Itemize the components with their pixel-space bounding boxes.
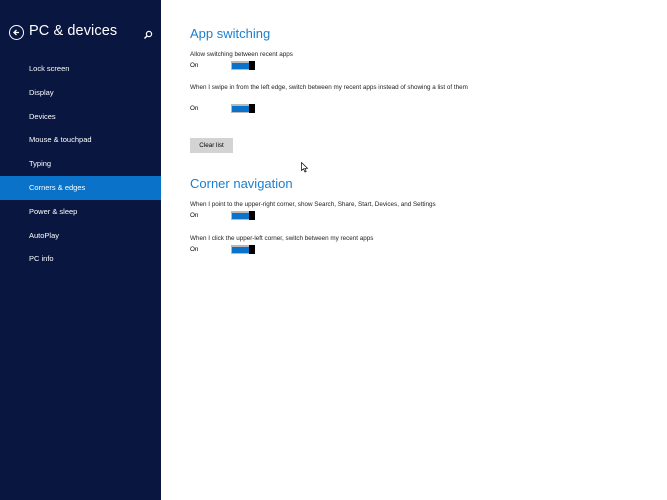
sidebar-item-display[interactable]: Display bbox=[0, 81, 161, 105]
toggle-state: On bbox=[190, 212, 199, 219]
sidebar-item-corners-edges[interactable]: Corners & edges bbox=[0, 175, 161, 200]
toggle-state: On bbox=[190, 105, 199, 112]
sidebar-nav: Lock screen Display Devices Mouse & touc… bbox=[0, 57, 161, 271]
toggle-state: On bbox=[190, 62, 199, 69]
toggle-thumb[interactable] bbox=[249, 61, 255, 70]
setting-label: When I swipe in from the left edge, swit… bbox=[190, 84, 468, 91]
allow-switching-toggle[interactable] bbox=[231, 61, 255, 70]
sidebar-item-power-sleep[interactable]: Power & sleep bbox=[0, 200, 161, 224]
sidebar-item-devices[interactable]: Devices bbox=[0, 105, 161, 129]
swipe-left-edge-toggle[interactable] bbox=[231, 104, 255, 113]
section-heading-app-switching: App switching bbox=[190, 26, 271, 41]
upper-right-corner-toggle[interactable] bbox=[231, 211, 255, 220]
setting-label: Allow switching between recent apps bbox=[190, 51, 293, 58]
section-heading-corner-navigation: Corner navigation bbox=[190, 176, 293, 191]
toggle-fill bbox=[232, 105, 249, 112]
page-title: PC & devices bbox=[29, 23, 118, 39]
mouse-cursor-icon bbox=[301, 162, 309, 173]
search-icon[interactable] bbox=[143, 27, 153, 39]
sidebar-item-mouse-touchpad[interactable]: Mouse & touchpad bbox=[0, 128, 161, 152]
setting-label: When I point to the upper-right corner, … bbox=[190, 201, 436, 208]
sidebar-item-autoplay[interactable]: AutoPlay bbox=[0, 224, 161, 248]
toggle-state: On bbox=[190, 246, 199, 253]
upper-left-corner-toggle[interactable] bbox=[231, 245, 255, 254]
toggle-thumb[interactable] bbox=[249, 211, 255, 220]
toggle-fill bbox=[232, 62, 249, 69]
toggle-fill bbox=[232, 212, 249, 219]
toggle-thumb[interactable] bbox=[249, 245, 255, 254]
toggle-fill bbox=[232, 246, 249, 253]
sidebar-item-typing[interactable]: Typing bbox=[0, 152, 161, 176]
clear-list-button[interactable]: Clear list bbox=[190, 138, 233, 153]
sidebar-item-pc-info[interactable]: PC info bbox=[0, 247, 161, 271]
toggle-thumb[interactable] bbox=[249, 104, 255, 113]
back-arrow-icon[interactable] bbox=[9, 25, 24, 40]
sidebar: PC & devices Lock screen Display Devices… bbox=[0, 0, 161, 500]
sidebar-item-lock-screen[interactable]: Lock screen bbox=[0, 57, 161, 81]
setting-label: When I click the upper-left corner, swit… bbox=[190, 235, 374, 242]
